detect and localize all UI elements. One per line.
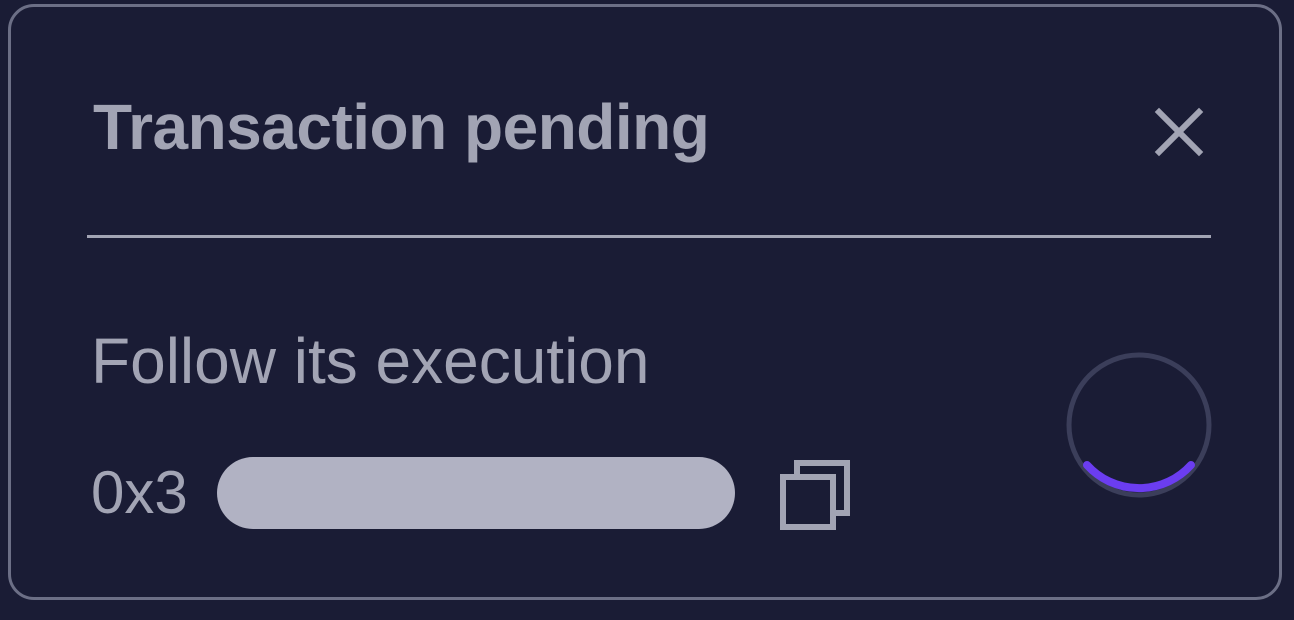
spinner-icon [1066, 352, 1212, 498]
header-divider [87, 235, 1211, 238]
copy-icon [780, 460, 850, 530]
copy-hash-button[interactable] [775, 455, 855, 535]
close-icon [1154, 107, 1204, 157]
toast-title: Transaction pending [93, 91, 710, 163]
transaction-hash-redacted [217, 457, 735, 529]
close-button[interactable] [1149, 102, 1209, 162]
transaction-pending-toast: Transaction pending Follow its execution… [8, 4, 1282, 600]
transaction-hash-prefix: 0x3 [91, 459, 188, 526]
loading-spinner [1059, 345, 1219, 505]
toast-subtitle: Follow its execution [91, 325, 650, 397]
